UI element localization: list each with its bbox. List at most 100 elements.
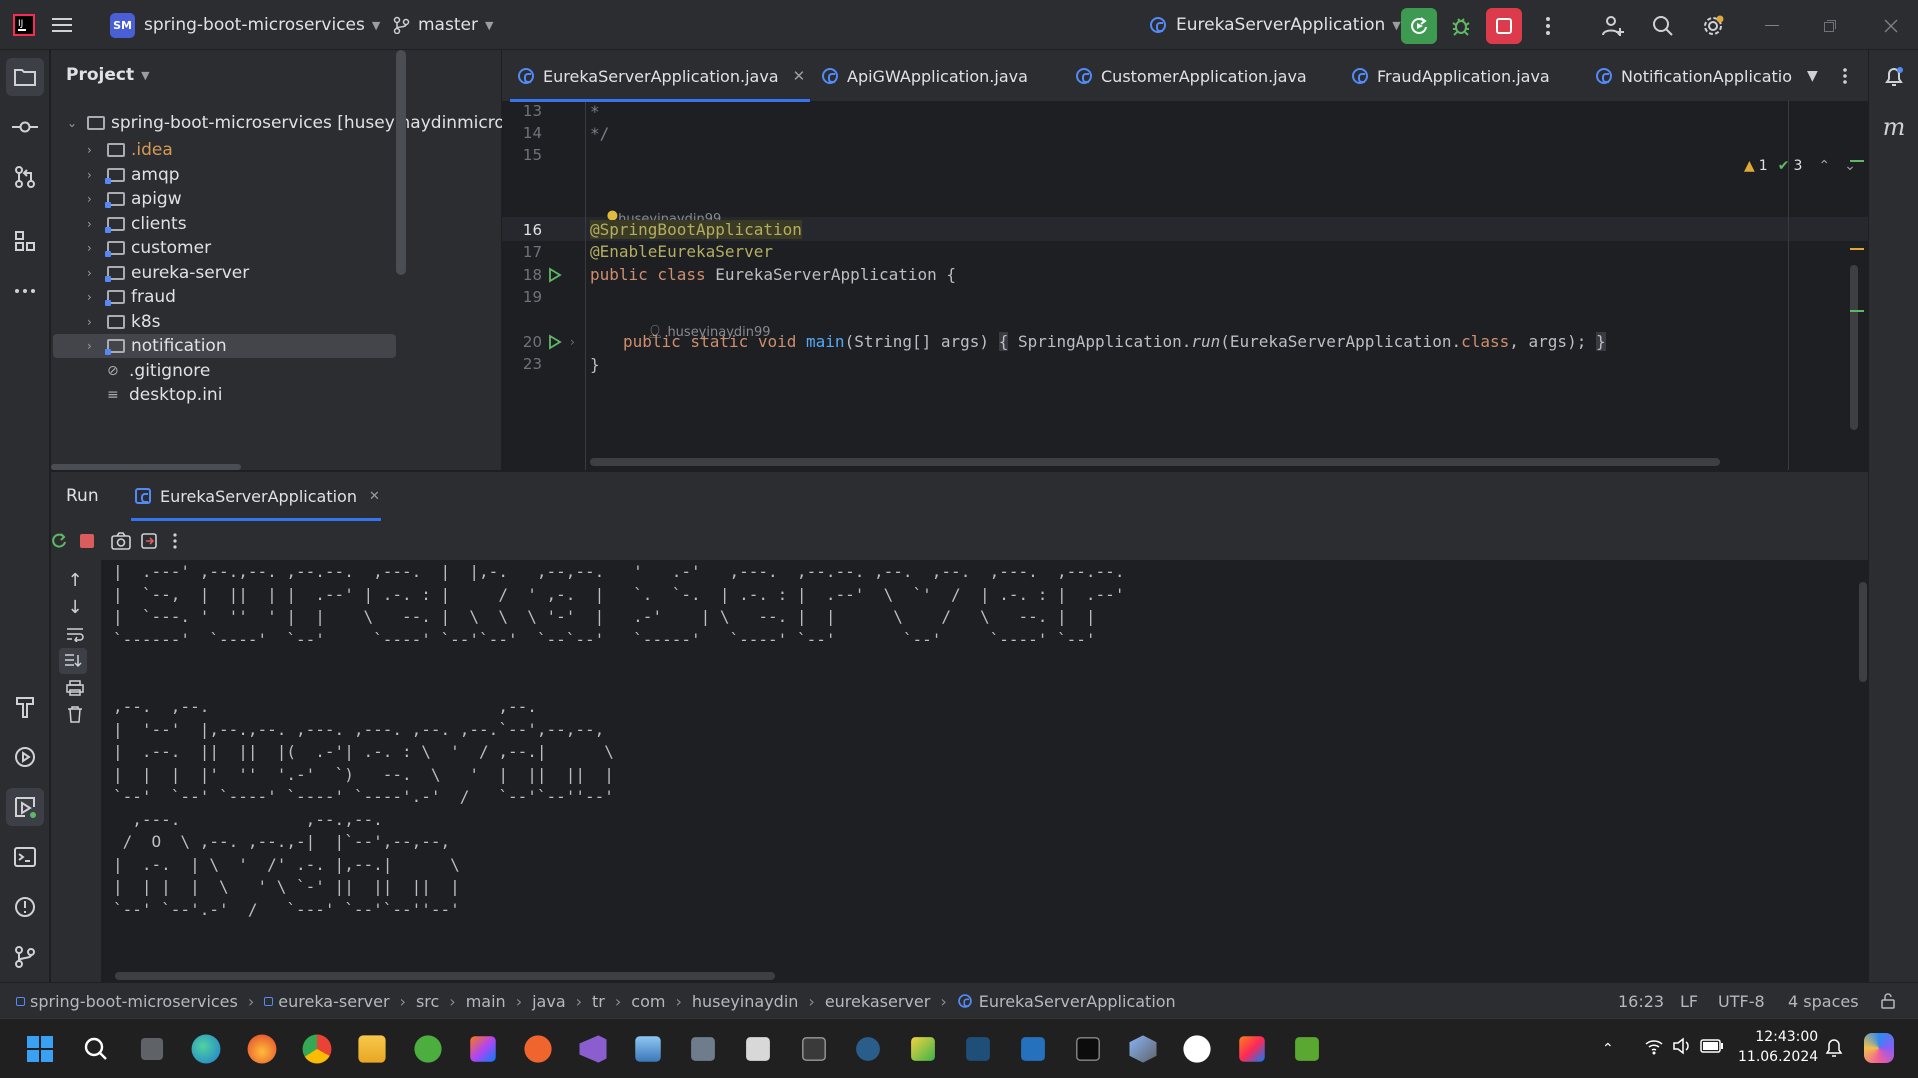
- remote-desktop-icon[interactable]: [856, 1037, 880, 1061]
- screenshot-button[interactable]: [107, 527, 135, 555]
- pull-requests-tool-button[interactable]: [6, 158, 44, 196]
- spring-tool-suite-icon[interactable]: [414, 1035, 442, 1063]
- main-menu-icon[interactable]: [52, 0, 72, 50]
- tree-item-eureka-server[interactable]: › eureka-server: [87, 261, 249, 285]
- breadcrumb-item[interactable]: java: [532, 992, 566, 1011]
- virtualbox-icon[interactable]: [1129, 1035, 1157, 1063]
- fold-chevron-icon[interactable]: ›: [570, 335, 575, 349]
- breadcrumb-item[interactable]: eurekaserver: [825, 992, 931, 1011]
- breadcrumb-item[interactable]: EurekaServerApplication: [979, 992, 1176, 1011]
- system-clock[interactable]: 12:43:00 11.06.2024: [1738, 1027, 1818, 1067]
- debug-button[interactable]: [1443, 8, 1479, 44]
- lock-icon[interactable]: [1880, 983, 1896, 1019]
- close-tab-icon[interactable]: ✕: [793, 67, 806, 85]
- console-output[interactable]: | .---' ,--.,--. ,--.--. ,---. | |,-. ,-…: [113, 560, 1853, 982]
- tree-item-apigw[interactable]: › apigw: [87, 187, 182, 211]
- windows-start-icon[interactable]: [23, 1032, 57, 1066]
- project-panel-header[interactable]: Project ▼: [66, 60, 150, 90]
- breadcrumb-item[interactable]: tr: [592, 992, 605, 1011]
- console-horizontal-scrollbar[interactable]: [115, 972, 775, 980]
- tree-horizontal-scrollbar[interactable]: [51, 464, 241, 470]
- copilot-icon[interactable]: [1864, 1033, 1894, 1063]
- tree-root[interactable]: ⌄ spring-boot-microservices [huseyinaydi…: [67, 108, 514, 138]
- close-tab-icon[interactable]: ✕: [369, 489, 380, 504]
- indent-setting[interactable]: 4 spaces: [1788, 983, 1859, 1019]
- visual-studio-icon[interactable]: [579, 1035, 607, 1063]
- print-icon[interactable]: [61, 676, 89, 700]
- notifications-button[interactable]: [1875, 58, 1913, 96]
- structure-tool-button[interactable]: [6, 222, 44, 260]
- arrow-down-icon[interactable]: ↓: [61, 595, 89, 619]
- maximize-button[interactable]: [1812, 8, 1848, 44]
- breadcrumb-item[interactable]: src: [416, 992, 439, 1011]
- powershell-icon[interactable]: [1021, 1037, 1045, 1061]
- run-gutter-icon[interactable]: [548, 267, 562, 283]
- command-prompt-icon[interactable]: [1076, 1037, 1100, 1061]
- edge-icon[interactable]: [191, 1034, 221, 1064]
- file-explorer-icon[interactable]: [358, 1035, 386, 1063]
- tree-item-notification[interactable]: › notification: [53, 334, 396, 358]
- editor-horizontal-scrollbar[interactable]: [590, 458, 1720, 466]
- tree-item-desktop-ini[interactable]: ≡ desktop.ini: [87, 383, 222, 407]
- trash-icon[interactable]: [61, 702, 89, 726]
- soft-wrap-icon[interactable]: [61, 622, 89, 646]
- intellij-logo-icon[interactable]: IJ: [12, 0, 36, 50]
- notepad-icon[interactable]: [1295, 1037, 1319, 1061]
- tree-item-customer[interactable]: › customer: [87, 236, 211, 260]
- settings-button[interactable]: [1695, 8, 1731, 44]
- project-tool-button[interactable]: [6, 58, 44, 96]
- intellij-icon[interactable]: [470, 1036, 496, 1062]
- run-config-selector[interactable]: EurekaServerApplication ▼: [1150, 0, 1401, 50]
- firefox-icon[interactable]: [247, 1034, 277, 1064]
- chevron-up-icon[interactable]: ⌃: [1818, 158, 1830, 174]
- more-actions-button[interactable]: [1530, 8, 1566, 44]
- code-area[interactable]: * */ ●huseyinaydin99 @SpringBootApplicat…: [586, 102, 1766, 470]
- breadcrumb-item[interactable]: spring-boot-microservices: [30, 992, 238, 1011]
- exit-button[interactable]: [135, 527, 163, 555]
- services-tool-button[interactable]: [6, 738, 44, 776]
- notification-bell-icon[interactable]: [1824, 1037, 1844, 1059]
- branch-switcher[interactable]: master ▼: [392, 0, 493, 50]
- vscode-icon[interactable]: [966, 1037, 990, 1061]
- inspection-widget[interactable]: ▲ 1 ✔ 3 ⌃ ⌄: [1744, 158, 1856, 174]
- wifi-icon[interactable]: [1644, 1037, 1664, 1055]
- postman-icon[interactable]: [524, 1035, 552, 1063]
- arrow-up-icon[interactable]: ↑: [61, 568, 89, 592]
- file-encoding[interactable]: UTF-8: [1718, 983, 1765, 1019]
- tab-eureka-server-application[interactable]: EurekaServerApplication.java ✕: [518, 50, 805, 102]
- search-icon[interactable]: [79, 1032, 113, 1066]
- tab-notification-application[interactable]: NotificationApplicatio: [1596, 50, 1792, 102]
- speaker-icon[interactable]: [1672, 1037, 1692, 1055]
- stop-button[interactable]: [1486, 8, 1522, 44]
- scroll-to-end-icon[interactable]: [59, 648, 87, 674]
- chevron-up-icon[interactable]: ⌃: [1602, 1041, 1614, 1057]
- task-view-icon[interactable]: [140, 1037, 164, 1061]
- tree-item-amqp[interactable]: › amqp: [87, 163, 180, 187]
- tab-fraud-application[interactable]: FraudApplication.java: [1352, 50, 1550, 102]
- problems-tool-button[interactable]: [6, 888, 44, 926]
- code-with-me-button[interactable]: [1595, 8, 1631, 44]
- github-desktop-icon[interactable]: [1183, 1035, 1211, 1063]
- chrome-icon[interactable]: [302, 1034, 332, 1064]
- project-switcher[interactable]: SM spring-boot-microservices ▼: [110, 0, 380, 50]
- breadcrumb-item[interactable]: huseyinaydin: [692, 992, 799, 1011]
- tree-item-gitignore[interactable]: ⊘ .gitignore: [87, 359, 210, 383]
- breadcrumb-item[interactable]: main: [466, 992, 506, 1011]
- rerun-button[interactable]: [45, 527, 73, 555]
- more-tools-button[interactable]: [6, 272, 44, 310]
- console-vertical-scrollbar[interactable]: [1859, 582, 1867, 682]
- notepad-plus-plus-icon[interactable]: [911, 1037, 935, 1061]
- minimize-button[interactable]: [1754, 8, 1790, 44]
- photos-icon[interactable]: [635, 1036, 661, 1062]
- tab-customer-application[interactable]: CustomerApplication.java: [1076, 50, 1307, 102]
- breadcrumb-item[interactable]: eureka-server: [278, 992, 389, 1011]
- snipping-tool-icon[interactable]: [746, 1037, 770, 1061]
- run-gutter-icon[interactable]: [548, 334, 562, 350]
- search-button[interactable]: [1645, 8, 1681, 44]
- run-tab[interactable]: EurekaServerApplication ✕: [135, 472, 380, 520]
- git-tool-button[interactable]: [6, 938, 44, 976]
- caret-position[interactable]: 16:23: [1618, 983, 1664, 1019]
- tree-item-fraud[interactable]: › fraud: [87, 285, 176, 309]
- battery-icon[interactable]: [1700, 1039, 1724, 1053]
- tree-vertical-scrollbar[interactable]: [396, 50, 406, 275]
